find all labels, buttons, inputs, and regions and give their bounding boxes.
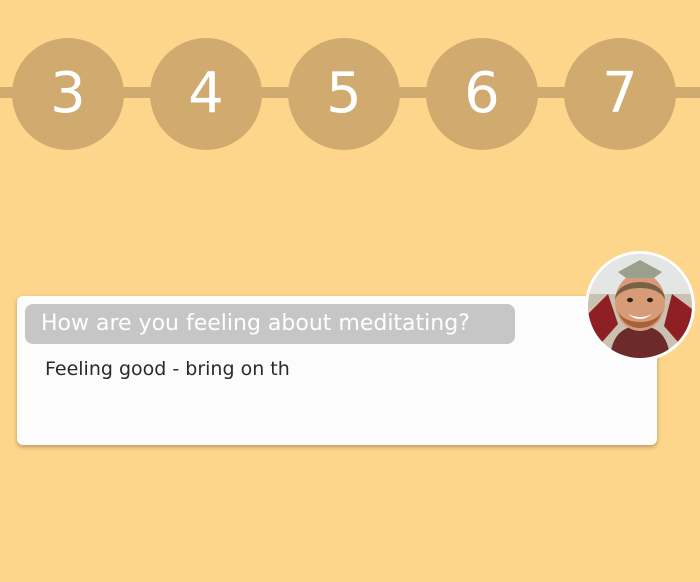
step-5-button[interactable]: 5 [288,38,400,150]
step-6-button[interactable]: 6 [426,38,538,150]
user-avatar[interactable] [585,251,695,361]
step-3-button[interactable]: 3 [12,38,124,150]
step-navigator: 3 4 5 6 7 [12,38,676,150]
journal-screen: 3 4 5 6 7 How are you feeling about medi… [0,0,700,582]
step-4-button[interactable]: 4 [150,38,262,150]
answer-input[interactable]: Feeling good - bring on th [35,350,635,430]
question-card: How are you feeling about meditating? Fe… [17,296,657,445]
avatar-photo-icon [588,254,692,358]
step-7-button[interactable]: 7 [564,38,676,150]
question-label: How are you feeling about meditating? [25,304,515,344]
